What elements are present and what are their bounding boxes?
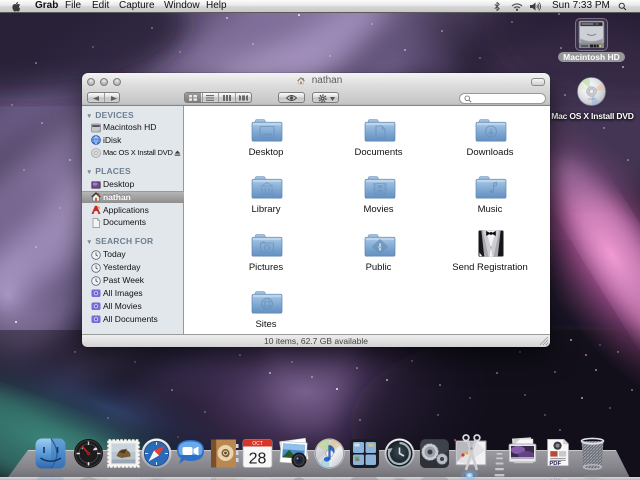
svg-text:DVD: DVD bbox=[589, 97, 595, 101]
